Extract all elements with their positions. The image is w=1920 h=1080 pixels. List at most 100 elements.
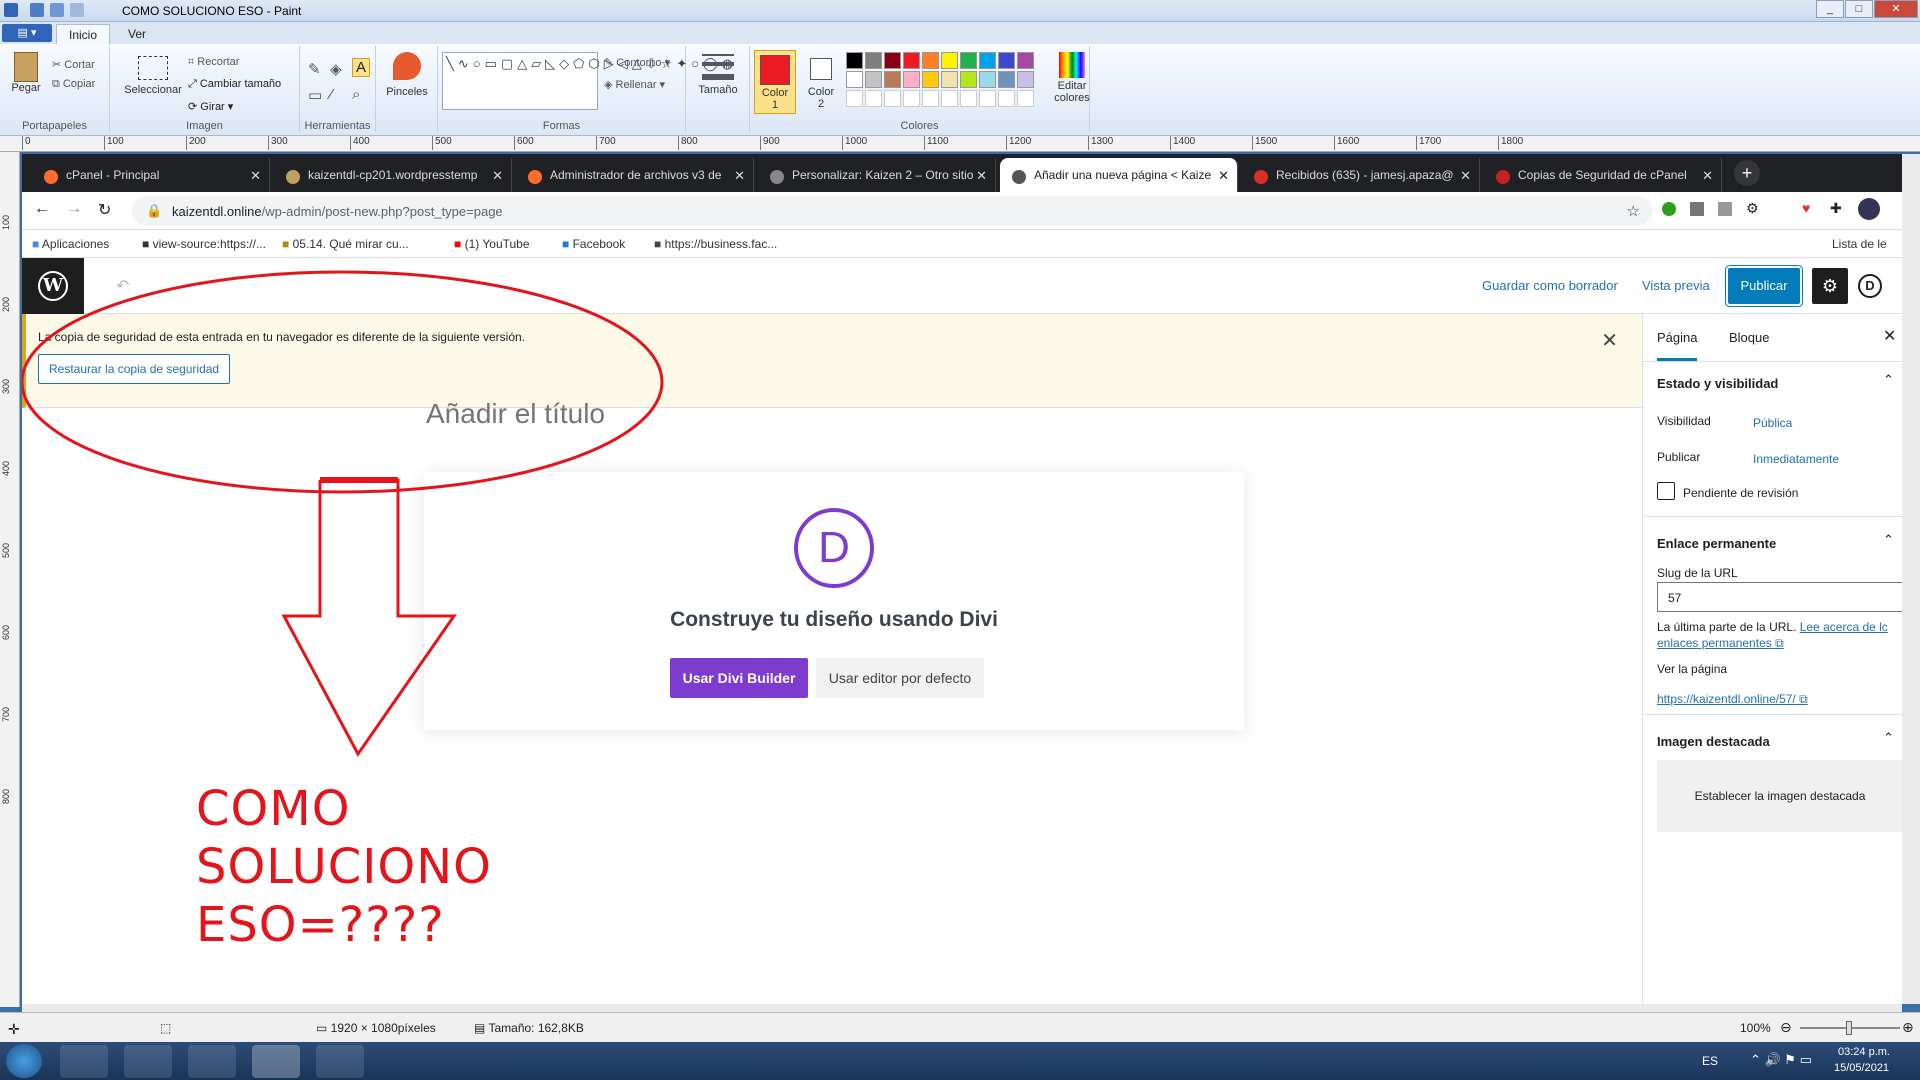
size-button[interactable]: Tamaño: [694, 54, 742, 96]
palette-custom-swatch[interactable]: [846, 90, 863, 107]
palette-swatch[interactable]: [884, 52, 901, 69]
cut-label: Cortar: [64, 59, 95, 71]
color1-button[interactable]: Color 1: [754, 50, 796, 114]
palette-swatch[interactable]: [846, 52, 863, 69]
palette-swatch[interactable]: [941, 52, 958, 69]
ruler-tick-label: 300: [1, 378, 11, 394]
zoom-slider[interactable]: [1800, 1021, 1900, 1035]
select-button[interactable]: Seleccionar: [118, 56, 188, 96]
palette-swatch[interactable]: [846, 71, 863, 88]
palette-custom-swatch[interactable]: [1017, 90, 1034, 107]
colors-group: Color 1 Color 2 Editar colores Colores: [750, 46, 1090, 132]
magnifier-icon[interactable]: ⌕: [352, 86, 360, 103]
selection-size-icon: ⬚: [160, 1021, 172, 1035]
outline-button[interactable]: ✎ Contorno ▾: [604, 56, 670, 69]
telegram-taskbar-icon[interactable]: [316, 1045, 364, 1078]
minimize-button[interactable]: _: [1816, 0, 1844, 18]
outline-label: Contorno: [616, 57, 662, 69]
language-indicator[interactable]: ES: [1702, 1054, 1718, 1068]
clock-time[interactable]: 03:24 p.m.: [1838, 1046, 1890, 1058]
palette-swatch[interactable]: [1017, 52, 1034, 69]
palette-custom-swatch[interactable]: [903, 90, 920, 107]
palette-swatch[interactable]: [865, 52, 882, 69]
file-menu-button[interactable]: ▤ ▾: [2, 24, 52, 42]
notes-taskbar-icon[interactable]: [188, 1045, 236, 1078]
image-group: Seleccionar ⌗ Recortar ⤢ Cambiar tamaño …: [110, 46, 300, 132]
ruler-tick-label: 200: [186, 136, 206, 150]
shapes-group: ╲∿○▭▢△▱◺◇⬠⬡▷◁△⇩☆✦○◯◍ ✎ Contorno ▾ ◈ Rell…: [438, 46, 733, 132]
color-palette: [846, 52, 1066, 116]
undo-icon[interactable]: [50, 3, 64, 17]
palette-custom-swatch[interactable]: [865, 90, 882, 107]
tab-ver[interactable]: Ver: [116, 24, 158, 44]
clock-date[interactable]: 15/05/2021: [1834, 1062, 1889, 1074]
rotate-button[interactable]: ⟳ Girar ▾: [188, 100, 233, 113]
ribbon-tab-bar: ▤ ▾ Inicio Ver: [0, 22, 1920, 44]
save-icon[interactable]: [30, 3, 44, 17]
palette-swatch[interactable]: [922, 52, 939, 69]
text-icon[interactable]: A: [352, 58, 371, 77]
palette-swatch[interactable]: [922, 71, 939, 88]
start-button[interactable]: [6, 1044, 42, 1078]
tray-icons[interactable]: ⌃ 🔊 ⚑ ▭: [1750, 1052, 1812, 1068]
eraser-icon[interactable]: ▭: [308, 86, 322, 104]
palette-swatch[interactable]: [998, 52, 1015, 69]
crop-label: Recortar: [197, 56, 240, 68]
copy-button[interactable]: ⧉ Copiar: [52, 78, 95, 91]
color-picker-icon[interactable]: ⁄: [330, 86, 333, 103]
palette-swatch[interactable]: [979, 52, 996, 69]
palette-custom-swatch[interactable]: [979, 90, 996, 107]
palette-custom-swatch[interactable]: [884, 90, 901, 107]
ruler-tick-label: 1100: [924, 136, 949, 150]
shapes-gallery[interactable]: ╲∿○▭▢△▱◺◇⬠⬡▷◁△⇩☆✦○◯◍: [442, 52, 733, 110]
zoom-in-icon[interactable]: ⊕: [1902, 1019, 1914, 1036]
pencil-icon[interactable]: ✎: [308, 60, 321, 78]
palette-swatch[interactable]: [865, 71, 882, 88]
palette-swatch[interactable]: [903, 71, 920, 88]
palette-swatch[interactable]: [998, 71, 1015, 88]
redo-icon[interactable]: [70, 3, 84, 17]
paint-title-bar: COMO SOLUCIONO ESO - Paint _ □ ✕: [0, 0, 1920, 22]
palette-swatch[interactable]: [903, 52, 920, 69]
palette-custom-swatch[interactable]: [922, 90, 939, 107]
cut-button[interactable]: ✂ Cortar: [52, 58, 95, 71]
paint-canvas[interactable]: cPanel - Principal ✕ kaizentdl-cp201.wordp…: [22, 154, 1902, 1004]
shapes-group-label: Formas: [542, 120, 581, 132]
palette-swatch[interactable]: [960, 52, 977, 69]
palette-swatch[interactable]: [979, 71, 996, 88]
horizontal-scrollbar[interactable]: [22, 1004, 1902, 1012]
image-group-label: Imagen: [186, 120, 223, 132]
ruler-tick-label: 600: [514, 136, 534, 150]
palette-swatch[interactable]: [1017, 71, 1034, 88]
palette-swatch[interactable]: [884, 71, 901, 88]
close-button[interactable]: ✕: [1874, 0, 1918, 18]
brushes-button[interactable]: Pinceles: [382, 52, 432, 98]
explorer-taskbar-icon[interactable]: [60, 1045, 108, 1078]
tools-group: ✎ ◈ A ▭ ⁄ ⌕ Herramientas: [300, 46, 376, 132]
zoom-slider-thumb[interactable]: [1846, 1021, 1852, 1035]
palette-custom-swatch[interactable]: [998, 90, 1015, 107]
ruler-tick-label: 500: [432, 136, 452, 150]
tab-inicio[interactable]: Inicio: [56, 24, 111, 44]
resize-button[interactable]: ⤢ Cambiar tamaño: [188, 78, 281, 91]
palette-custom-swatch[interactable]: [960, 90, 977, 107]
crop-button[interactable]: ⌗ Recortar: [188, 56, 239, 69]
fill-shape-button[interactable]: ◈ Rellenar ▾: [604, 78, 665, 91]
edit-colors-button[interactable]: Editar colores: [1052, 52, 1092, 104]
palette-custom-swatch[interactable]: [941, 90, 958, 107]
paint-taskbar-icon[interactable]: [252, 1045, 300, 1078]
paste-button[interactable]: Pegar: [8, 52, 44, 94]
palette-swatch[interactable]: [960, 71, 977, 88]
zoom-out-icon[interactable]: ⊖: [1780, 1019, 1792, 1036]
chrome-taskbar-icon[interactable]: [124, 1045, 172, 1078]
fill-shape-label: Rellenar: [615, 79, 657, 91]
vertical-scrollbar[interactable]: [1902, 154, 1920, 1004]
rainbow-icon: [1059, 52, 1085, 78]
palette-swatch[interactable]: [941, 71, 958, 88]
color2-button[interactable]: Color 2: [800, 50, 842, 110]
fill-icon[interactable]: ◈: [330, 60, 342, 78]
ruler-tick-label: 100: [1, 214, 11, 230]
maximize-button[interactable]: □: [1845, 0, 1873, 18]
paint-app-icon[interactable]: [4, 3, 18, 17]
ribbon: Pegar ✂ Cortar ⧉ Copiar Portapapeles Sel…: [0, 44, 1920, 136]
